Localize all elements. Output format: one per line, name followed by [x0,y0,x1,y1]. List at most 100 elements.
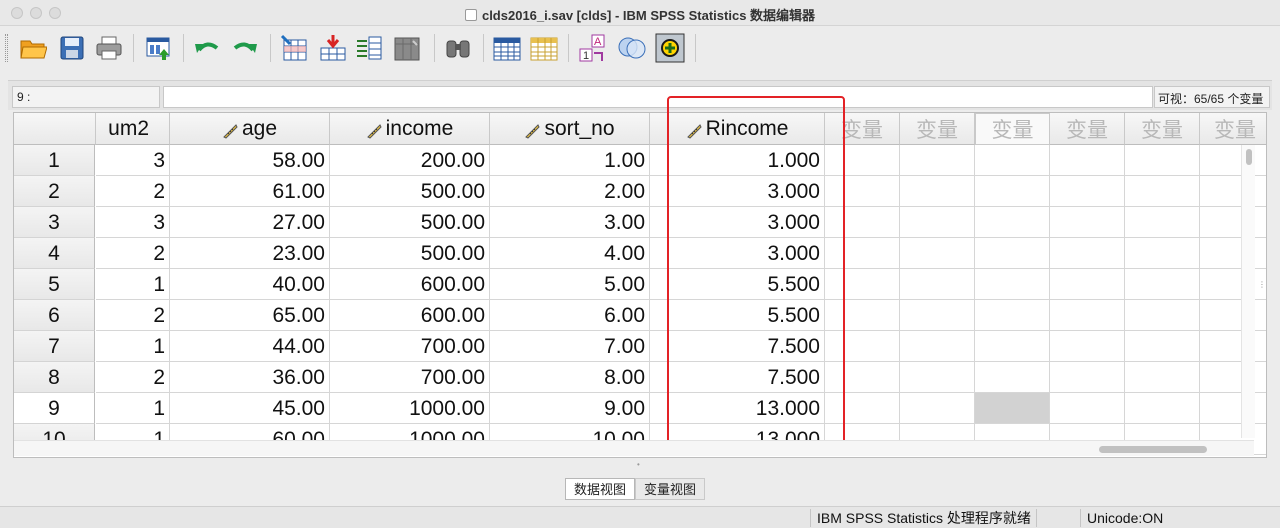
tab-data-view[interactable]: 数据视图 [565,478,636,500]
toolbar-grip[interactable] [5,34,8,62]
tab-variable-view[interactable]: 变量视图 [635,478,706,500]
column-header-age[interactable]: age [170,113,330,145]
empty-cell[interactable] [1125,145,1200,176]
data-cell[interactable]: 65.00 [170,300,330,331]
save-button[interactable] [57,32,87,64]
empty-cell[interactable] [1200,145,1266,176]
pane-resize-handle[interactable]: ⋮ [1258,280,1266,289]
empty-cell[interactable] [1125,300,1200,331]
data-cell[interactable]: 3 [96,145,170,176]
column-header-income[interactable]: income [330,113,490,145]
empty-cell[interactable] [1050,238,1125,269]
empty-cell[interactable] [1200,393,1266,424]
empty-cell[interactable] [825,238,900,269]
data-cell[interactable]: 600.00 [330,300,490,331]
empty-cell[interactable] [1050,362,1125,393]
data-cell[interactable]: 7.00 [490,331,650,362]
empty-cell[interactable] [1125,238,1200,269]
redo-button[interactable] [230,32,260,64]
empty-cell[interactable] [975,331,1050,362]
data-cell[interactable]: 44.00 [170,331,330,362]
empty-cell[interactable] [1050,300,1125,331]
value-labels-button[interactable] [655,32,685,64]
empty-variable-header[interactable]: 变量 [825,113,900,145]
data-cell[interactable]: 1000.00 [330,393,490,424]
data-cell[interactable]: 8.00 [490,362,650,393]
data-cell[interactable]: 7.500 [650,331,825,362]
data-cell[interactable]: 3.000 [650,207,825,238]
empty-cell[interactable] [825,362,900,393]
data-cell[interactable]: 2 [96,176,170,207]
data-cell[interactable]: 700.00 [330,331,490,362]
row-header[interactable]: 3 [14,207,95,238]
empty-cell[interactable] [1050,145,1125,176]
empty-cell[interactable] [1050,393,1125,424]
empty-cell[interactable] [1125,362,1200,393]
vertical-scroll-thumb[interactable] [1246,149,1252,165]
data-cell[interactable]: 13.000 [650,393,825,424]
row-header[interactable]: 1 [14,145,95,176]
data-cell[interactable]: 500.00 [330,207,490,238]
empty-variable-header[interactable]: 变量 [1050,113,1125,145]
pane-split-handle[interactable]: • [637,460,643,469]
run-descriptives-button[interactable] [393,32,423,64]
empty-cell[interactable] [825,269,900,300]
vertical-scrollbar[interactable] [1241,145,1255,438]
data-cell[interactable]: 23.00 [170,238,330,269]
data-cell[interactable]: 500.00 [330,238,490,269]
empty-variable-header[interactable]: 变量 [900,113,975,145]
data-cell[interactable]: 58.00 [170,145,330,176]
data-cell[interactable]: 3.000 [650,176,825,207]
data-cell[interactable]: 1.000 [650,145,825,176]
empty-cell[interactable] [900,331,975,362]
empty-cell[interactable] [975,207,1050,238]
empty-cell[interactable] [1200,238,1266,269]
empty-cell[interactable] [975,362,1050,393]
active-cell[interactable] [975,393,1050,424]
empty-variable-header[interactable]: 变量 [1125,113,1200,145]
empty-cell[interactable] [825,207,900,238]
empty-cell[interactable] [975,300,1050,331]
find-button[interactable] [443,32,473,64]
column-header-um2[interactable]: um2 [96,113,170,145]
column-header-sort-no[interactable]: sort_no [490,113,650,145]
data-cell[interactable]: 500.00 [330,176,490,207]
empty-cell[interactable] [975,145,1050,176]
empty-cell[interactable] [1050,331,1125,362]
select-cases-button[interactable] [617,32,647,64]
data-cell[interactable]: 45.00 [170,393,330,424]
empty-cell[interactable] [825,393,900,424]
empty-cell[interactable] [900,145,975,176]
empty-cell[interactable] [1050,269,1125,300]
row-header[interactable]: 8 [14,362,95,393]
empty-cell[interactable] [900,176,975,207]
empty-cell[interactable] [1125,331,1200,362]
row-header[interactable]: 4 [14,238,95,269]
data-cell[interactable]: 4.00 [490,238,650,269]
print-button[interactable] [94,32,124,64]
empty-cell[interactable] [1200,362,1266,393]
data-cell[interactable]: 1 [96,331,170,362]
data-cell[interactable]: 36.00 [170,362,330,393]
empty-cell[interactable] [1200,176,1266,207]
data-cell[interactable]: 3 [96,207,170,238]
row-header[interactable]: 7 [14,331,95,362]
data-cell[interactable]: 600.00 [330,269,490,300]
data-cell[interactable]: 5.500 [650,300,825,331]
data-cell[interactable]: 9.00 [490,393,650,424]
data-cell[interactable]: 3.000 [650,238,825,269]
empty-cell[interactable] [1200,300,1266,331]
open-file-button[interactable] [18,32,48,64]
data-cell[interactable]: 7.500 [650,362,825,393]
empty-cell[interactable] [900,207,975,238]
empty-cell[interactable] [975,269,1050,300]
empty-cell[interactable] [900,393,975,424]
horizontal-scroll-thumb[interactable] [1099,446,1207,453]
data-cell[interactable]: 1 [96,269,170,300]
empty-cell[interactable] [900,269,975,300]
empty-cell[interactable] [1200,269,1266,300]
data-cell[interactable]: 700.00 [330,362,490,393]
variables-button[interactable] [355,32,385,64]
data-cell[interactable]: 1.00 [490,145,650,176]
empty-variable-header[interactable]: 变量 [975,113,1050,145]
